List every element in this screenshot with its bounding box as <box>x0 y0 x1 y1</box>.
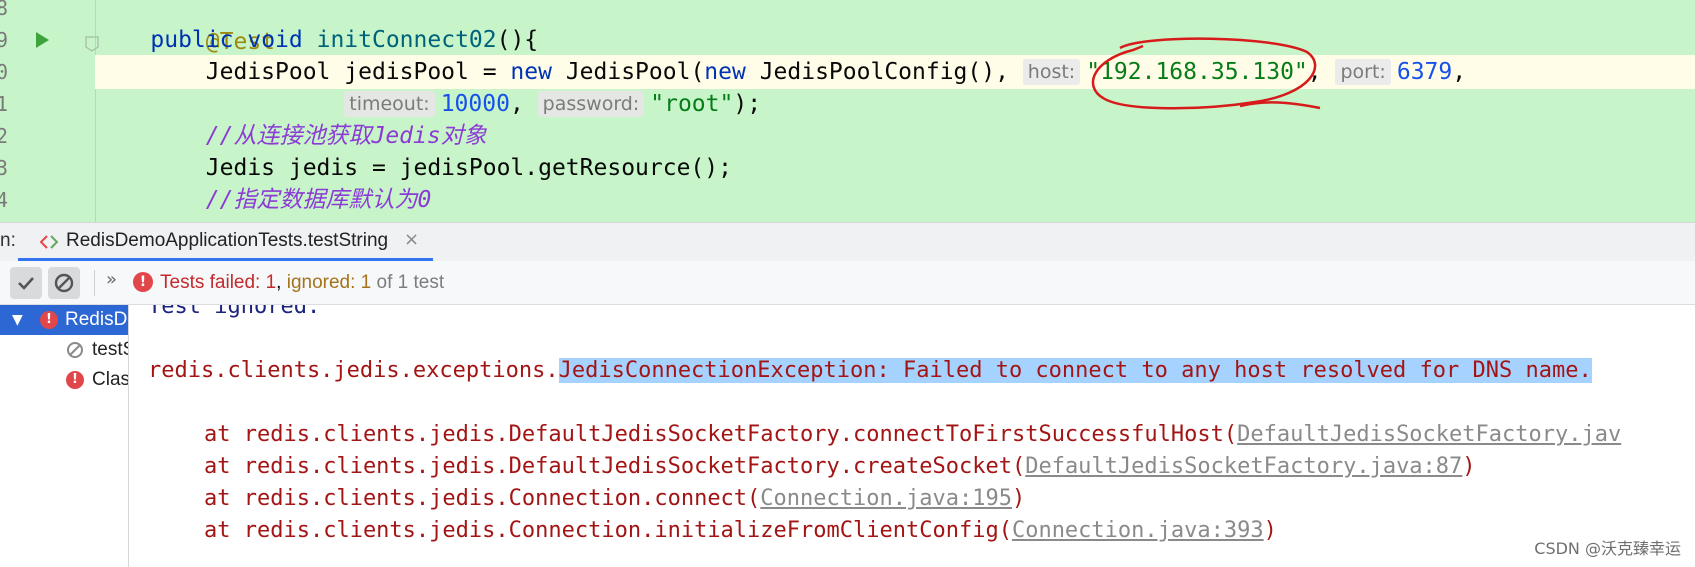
watermark: CSDN @沃克臻幸运 <box>1534 539 1681 558</box>
keyword-new: new <box>510 59 552 85</box>
test-tree: ▼ ! RedisD testS ! Clas <box>0 305 129 567</box>
frame-tail: ) <box>1462 454 1476 479</box>
method-tail: (){ <box>496 27 539 53</box>
source-link[interactable]: Connection.java:393 <box>1012 518 1264 543</box>
cancel-icon <box>54 273 74 293</box>
stack-frame: at redis.clients.jedis.DefaultJedisSocke… <box>204 419 1621 451</box>
tab-label: RedisDemoApplicationTests.testString <box>66 230 389 251</box>
console-line: Test ignored. <box>148 305 321 319</box>
source-link[interactable]: Connection.java:195 <box>760 486 1012 511</box>
comma: , <box>509 91 538 117</box>
error-icon: ! <box>40 311 58 329</box>
stack-frame: at redis.clients.jedis.Connection.initia… <box>204 515 1277 547</box>
comma: , <box>1307 59 1336 85</box>
param-hint-password: password: <box>537 91 645 117</box>
keyword-public: public <box>150 27 234 53</box>
show-passed-button[interactable] <box>10 267 42 299</box>
exception-line: redis.clients.jedis.exceptions.JedisConn… <box>148 355 1592 387</box>
line-number: 2 <box>0 124 9 148</box>
code-line[interactable]: @Test <box>95 0 1695 55</box>
tree-item-label: Clas <box>92 369 128 390</box>
comment: //指定数据库默认为0 <box>205 187 432 213</box>
code-line[interactable]: //指定数据库默认为0 <box>95 183 1695 217</box>
args-tail: ); <box>733 91 762 117</box>
code-line[interactable]: //从连接池获取Jedis对象 <box>95 119 1695 153</box>
run-gutter-icon[interactable] <box>36 32 49 48</box>
param-hint-host: host: <box>1022 59 1081 85</box>
source-link[interactable]: DefaultJedisSocketFactory.java:87 <box>1025 454 1462 479</box>
line-number: 0 <box>0 60 9 84</box>
line-number: 9 <box>0 28 9 52</box>
comma: , <box>1452 59 1467 85</box>
run-tab-strip: n: RedisDemoApplicationTests.testString … <box>0 222 1695 261</box>
tab-run-configuration[interactable]: RedisDemoApplicationTests.testString × <box>18 223 433 261</box>
toolbar-separator <box>94 270 95 296</box>
host-value: "192.168.35.130" <box>1086 59 1308 85</box>
test-toolbar: » ! Tests failed: 1, ignored: 1 of 1 tes… <box>0 261 1695 305</box>
method-name: initConnect02 <box>316 27 497 53</box>
selected-text[interactable]: JedisConnectionException: Failed to conn… <box>558 358 1592 383</box>
pool-config: JedisPoolConfig(), <box>745 59 1023 85</box>
show-ignored-button[interactable] <box>48 267 80 299</box>
status-ignored: ignored: 1 <box>286 272 372 293</box>
comment: //从连接池获取Jedis对象 <box>205 123 487 149</box>
test-status: Tests failed: 1, ignored: 1 of 1 test <box>160 272 444 294</box>
stack-frame: at redis.clients.jedis.Connection.connec… <box>204 483 1025 515</box>
line-number: 4 <box>0 188 9 212</box>
tree-item-class[interactable]: ! Clas <box>0 365 128 395</box>
status-separator: , <box>276 272 287 293</box>
pool-declaration: JedisPool jedisPool = <box>205 59 511 85</box>
line-number: 8 <box>0 0 9 20</box>
tree-item-test[interactable]: testS <box>0 335 128 365</box>
source-link[interactable]: DefaultJedisSocketFactory.jav <box>1237 422 1621 447</box>
code-line[interactable]: public void initConnect02(){ <box>95 23 1695 57</box>
frame-tail: ) <box>1011 486 1026 511</box>
ignored-icon <box>67 342 83 358</box>
resource-statement: Jedis jedis = jedisPool.getResource(); <box>205 155 732 181</box>
keyword-new: new <box>704 59 746 85</box>
expand-icon[interactable]: » <box>106 269 117 290</box>
status-failed: Tests failed: 1 <box>160 272 277 293</box>
code-line[interactable]: timeout: 10000, password: "root"); <box>95 87 1695 121</box>
keyword-void: void <box>247 27 303 53</box>
test-tab-icon <box>40 235 58 249</box>
error-icon: ! <box>66 371 84 389</box>
timeout-value: 10000 <box>440 91 510 117</box>
param-hint-timeout: timeout: <box>344 91 435 117</box>
tree-item-label: RedisD <box>65 309 128 330</box>
frame-text: at redis.clients.jedis.DefaultJedisSocke… <box>204 422 1238 447</box>
exception-package: redis.clients.jedis.exceptions. <box>148 358 559 383</box>
frame-tail: ) <box>1263 518 1277 543</box>
line-number: 3 <box>0 156 9 180</box>
frame-text: at redis.clients.jedis.Connection.initia… <box>204 518 1012 543</box>
pool-constructor: JedisPool( <box>551 59 705 85</box>
frame-text: at redis.clients.jedis.Connection.connec… <box>204 486 761 511</box>
code-line-current[interactable]: JedisPool jedisPool = new JedisPool(new … <box>95 55 1695 89</box>
code-line[interactable]: Jedis jedis = jedisPool.getResource(); <box>95 151 1695 185</box>
console-output[interactable]: Test ignored. redis.clients.jedis.except… <box>129 305 1695 567</box>
editor-gutter: 8 9 0 1 2 3 4 <box>0 0 99 222</box>
code-editor[interactable]: 8 9 0 1 2 3 4 @Test public void initConn… <box>0 0 1695 222</box>
param-hint-port: port: <box>1335 59 1391 85</box>
error-icon: ! <box>133 272 153 292</box>
run-label: n: <box>0 230 16 251</box>
port-value: 6379 <box>1396 59 1453 85</box>
close-icon[interactable]: × <box>404 229 419 250</box>
check-icon <box>18 277 34 290</box>
chevron-down-icon[interactable]: ▼ <box>12 305 23 335</box>
status-total: of 1 test <box>371 272 445 293</box>
tree-item-label: testS <box>92 339 128 360</box>
line-number: 1 <box>0 92 9 116</box>
password-value: "root" <box>650 91 734 117</box>
frame-text: at redis.clients.jedis.DefaultJedisSocke… <box>204 454 1026 479</box>
tree-item-root[interactable]: ▼ ! RedisD <box>0 305 128 335</box>
stack-frame: at redis.clients.jedis.DefaultJedisSocke… <box>204 451 1476 483</box>
